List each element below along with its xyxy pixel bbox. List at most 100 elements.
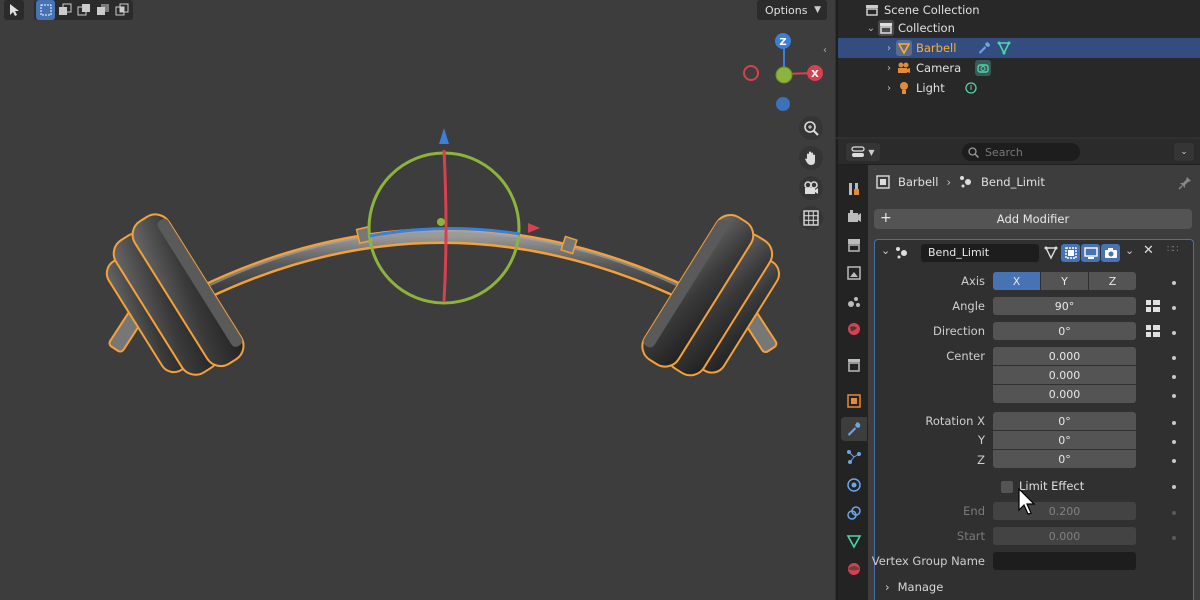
options-chevron-button[interactable]: ⌄: [1174, 143, 1194, 161]
options-dropdown[interactable]: Options ▼: [757, 0, 827, 20]
tab-collection[interactable]: [841, 353, 867, 377]
chevron-down-icon: ⌄: [1180, 147, 1188, 157]
outliner-item-light[interactable]: › Light: [838, 78, 1200, 98]
chevron-down-icon[interactable]: ⌄: [1125, 244, 1134, 257]
tab-output[interactable]: [841, 233, 867, 257]
direction-field[interactable]: 0°: [993, 322, 1136, 340]
tab-scene[interactable]: [841, 289, 867, 313]
select-intersect-button[interactable]: [112, 0, 131, 20]
rotation-x-label: Rotation X: [925, 414, 985, 428]
center-z-field[interactable]: 0.000: [993, 385, 1136, 403]
keyframe-dot[interactable]: [1172, 459, 1176, 463]
search-input[interactable]: Search: [985, 146, 1023, 159]
viewport-display-toggle[interactable]: [1081, 244, 1100, 262]
manage-subpanel[interactable]: › Manage: [885, 580, 943, 594]
add-modifier-button[interactable]: + Add Modifier: [874, 209, 1192, 229]
keyframe-dot[interactable]: [1172, 331, 1176, 335]
tab-object[interactable]: [841, 389, 867, 413]
modifier-name-field[interactable]: Bend_Limit: [921, 244, 1039, 262]
collection-row[interactable]: ⌄ Collection: [838, 18, 1200, 38]
keyframe-dot[interactable]: [1172, 440, 1176, 444]
select-extend-button[interactable]: [55, 0, 74, 20]
axis-z-button[interactable]: Z: [1089, 272, 1136, 290]
select-invert-button[interactable]: [93, 0, 112, 20]
keyframe-dot[interactable]: [1172, 306, 1176, 310]
svg-text:X: X: [811, 69, 819, 80]
rotation-y-field[interactable]: 0°: [993, 431, 1136, 449]
driver-flag-icon[interactable]: [1145, 324, 1161, 338]
edit-mode-toggle[interactable]: [1061, 244, 1080, 262]
zoom-button[interactable]: [799, 116, 823, 140]
end-field[interactable]: 0.200: [993, 502, 1136, 520]
collection-icon: [848, 359, 860, 372]
select-subtract-button[interactable]: [74, 0, 93, 20]
scene-collection-row[interactable]: Scene Collection: [838, 0, 1200, 20]
viewport-scene[interactable]: [0, 0, 835, 600]
breadcrumb-modifier: Bend_Limit: [981, 175, 1045, 189]
chevron-down-icon[interactable]: ⌄: [881, 244, 890, 257]
render-toggle[interactable]: [1101, 244, 1120, 262]
ortho-toggle-button[interactable]: [799, 206, 823, 230]
chevron-left-icon[interactable]: ‹: [823, 45, 827, 56]
chevron-right-icon[interactable]: ›: [882, 63, 896, 74]
tab-data[interactable]: [841, 529, 867, 553]
select-tool-button[interactable]: [4, 0, 24, 20]
world-icon: [848, 323, 860, 335]
select-intersect-icon: [115, 3, 128, 16]
tab-render[interactable]: [841, 205, 867, 229]
tab-world[interactable]: [841, 317, 867, 341]
tab-physics[interactable]: [841, 473, 867, 497]
keyframe-dot[interactable]: [1172, 536, 1176, 540]
tab-material[interactable]: [841, 557, 867, 581]
center-y-field[interactable]: 0.000: [993, 366, 1136, 384]
outliner-item-camera[interactable]: › Camera: [838, 58, 1200, 78]
limit-effect-checkbox[interactable]: [1001, 481, 1013, 493]
mesh-data-icon[interactable]: [996, 40, 1012, 56]
editor-type-dropdown[interactable]: ▼: [846, 143, 880, 161]
select-new-button[interactable]: [36, 0, 55, 20]
light-data-icon[interactable]: [963, 80, 979, 96]
tab-modifiers[interactable]: [841, 417, 867, 441]
start-field[interactable]: 0.000: [993, 527, 1136, 545]
tab-tool[interactable]: [841, 177, 867, 201]
navigation-gizmo[interactable]: Z X: [740, 30, 830, 116]
wrench-icon[interactable]: [976, 40, 992, 56]
properties-search[interactable]: Search: [962, 143, 1080, 161]
tab-view-layer[interactable]: [841, 261, 867, 285]
camera-data-icon[interactable]: [975, 60, 992, 76]
pan-button[interactable]: [799, 146, 823, 170]
keyframe-dot[interactable]: [1172, 356, 1176, 360]
keyframe-dot[interactable]: [1172, 375, 1176, 379]
tab-particles[interactable]: [841, 445, 867, 469]
barbell-mesh[interactable]: [62, 208, 825, 413]
center-x-field[interactable]: 0.000: [993, 347, 1136, 365]
keyframe-dot[interactable]: [1172, 281, 1176, 285]
keyframe-dot[interactable]: [1172, 511, 1176, 515]
keyframe-dot[interactable]: [1172, 421, 1176, 425]
angle-field[interactable]: 90°: [993, 297, 1136, 315]
vertex-group-field[interactable]: [993, 552, 1136, 570]
keyframe-dot[interactable]: [1172, 394, 1176, 398]
chevron-right-icon[interactable]: ›: [882, 43, 896, 54]
axis-x-button[interactable]: X: [993, 272, 1040, 290]
drag-handle-icon[interactable]: ∷∷: [1167, 244, 1179, 255]
rotation-z-field[interactable]: 0°: [993, 450, 1136, 468]
axis-y-button[interactable]: Y: [1041, 272, 1088, 290]
chevron-right-icon[interactable]: ›: [882, 83, 896, 94]
keyframe-dot[interactable]: [1172, 485, 1176, 489]
tab-constraints[interactable]: [841, 501, 867, 525]
bend-gizmo[interactable]: [367, 128, 540, 305]
edit-mode-cage-toggle[interactable]: [1041, 244, 1060, 262]
pin-icon[interactable]: [1178, 176, 1192, 190]
chevron-down-icon[interactable]: ⌄: [864, 23, 878, 34]
rotation-x-field[interactable]: 0°: [993, 412, 1136, 430]
collection-label: Collection: [898, 21, 955, 35]
3d-viewport[interactable]: Options ▼ Z X ‹: [0, 0, 835, 600]
outliner-item-barbell[interactable]: › Barbell: [838, 38, 1200, 58]
driver-flag-icon[interactable]: [1145, 299, 1161, 313]
grid-icon: [803, 210, 819, 226]
camera-view-button[interactable]: [799, 176, 823, 200]
mesh-vertices-icon: [1044, 246, 1057, 260]
properties-header: ▼ Search ⌄: [838, 139, 1200, 165]
close-icon[interactable]: ✕: [1143, 243, 1154, 258]
